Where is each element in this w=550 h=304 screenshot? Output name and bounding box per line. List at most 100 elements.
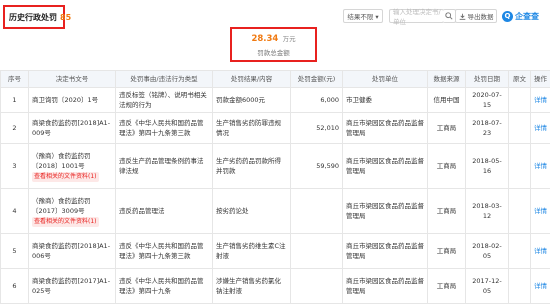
- cell-unit: 商丘市梁园区食品药品监督管理局: [343, 269, 428, 304]
- cell-source: 工商局: [428, 269, 466, 304]
- table-row: 5 商梁食药监药罚[2018]A1-006号 违反《中华人民共和国药品管理法》第…: [1, 234, 550, 269]
- export-button[interactable]: 导出数据: [455, 9, 497, 23]
- fine-total-amount: 28.34: [251, 34, 278, 44]
- cell-doc: 商梁食药监药罚[2017]A1-025号: [29, 269, 116, 304]
- cell-result: 按劣药论处: [213, 189, 291, 234]
- details-link[interactable]: 详情: [531, 88, 550, 113]
- cell-original: [509, 189, 531, 234]
- cell-unit: 商丘市梁园区食品药品监督管理局: [343, 234, 428, 269]
- table-row: 2 商梁食药监药罚[2018]A1-009号 违反《中华人民共和国药品管理法》第…: [1, 113, 550, 144]
- cell-no: 2: [1, 113, 29, 144]
- cell-source: 工商局: [428, 234, 466, 269]
- cell-reason: 违反药品管理法: [116, 189, 213, 234]
- cell-result: 生产销售劣药维生素C注射液: [213, 234, 291, 269]
- cell-unit: 商丘市梁园区食品药品监督管理局: [343, 144, 428, 189]
- result-filter-dropdown[interactable]: 结果不限 ▾: [343, 9, 383, 23]
- cell-doc: （豫商）食药监药罚〔2018〕1001号 查看相关的文件资料(1): [29, 144, 116, 189]
- col-header: 处罚日期: [466, 71, 509, 88]
- cell-result: 生产销售劣药防罪违规情况: [213, 113, 291, 144]
- cell-amount: 59,590: [291, 144, 343, 189]
- cell-result: 罚款金额6000元: [213, 88, 291, 113]
- cell-reason: 违反《中华人民共和国药品管理法》第四十九条第三款: [116, 113, 213, 144]
- col-header: 决定书文号: [29, 71, 116, 88]
- logo-text: 企查查: [515, 11, 539, 22]
- cell-result: 生产劣药药品罚款所得并罚款: [213, 144, 291, 189]
- cell-original: [509, 113, 531, 144]
- fine-total-unit: 万元: [283, 35, 296, 43]
- table-header-row: 序号 决定书文号 处罚事由/违法行为类型 处罚结果/内容 处罚金额(元) 处罚单…: [1, 71, 550, 88]
- cell-original: [509, 269, 531, 304]
- doc-number: 商梁食药监药罚[2018]A1-006号: [32, 242, 110, 260]
- details-link[interactable]: 详情: [531, 234, 550, 269]
- cell-date: 2018-07-23: [466, 113, 509, 144]
- section-title: 历史行政处罚: [9, 12, 57, 23]
- doc-number: （豫商）食药监药罚〔2018〕1001号: [32, 151, 112, 171]
- details-link[interactable]: 详情: [531, 144, 550, 189]
- col-header: 处罚金额(元): [291, 71, 343, 88]
- doc-number: （豫商）食药监药罚〔2017〕3009号: [32, 196, 112, 216]
- cell-reason: 违反《中华人民共和国药品管理法》第四十九条: [116, 269, 213, 304]
- search-icon: [445, 12, 453, 20]
- cell-doc: 商卫询罚〔2020〕1号: [29, 88, 116, 113]
- col-header: 处罚单位: [343, 71, 428, 88]
- cell-date: 2020-07-15: [466, 88, 509, 113]
- doc-number: 商卫询罚〔2020〕1号: [32, 96, 98, 104]
- penalty-table: 序号 决定书文号 处罚事由/违法行为类型 处罚结果/内容 处罚金额(元) 处罚单…: [0, 70, 550, 304]
- cell-source: 工商局: [428, 113, 466, 144]
- doc-number: 商梁食药监药罚[2018]A1-009号: [32, 119, 110, 137]
- table-row: 1 商卫询罚〔2020〕1号 违反标签（铭牌）、说明书相关法规的行为 罚款金额6…: [1, 88, 550, 113]
- related-docs-tag[interactable]: 查看相关的文件资料(1): [32, 217, 99, 227]
- cell-doc: 商梁食药监药罚[2018]A1-009号: [29, 113, 116, 144]
- cell-no: 6: [1, 269, 29, 304]
- cell-amount: [291, 234, 343, 269]
- cell-original: [509, 234, 531, 269]
- section-title-box: 历史行政处罚 85: [3, 5, 65, 29]
- cell-original: [509, 88, 531, 113]
- cell-source: 工商局: [428, 189, 466, 234]
- col-header: 序号: [1, 71, 29, 88]
- col-header: 原文: [509, 71, 531, 88]
- cell-amount: [291, 269, 343, 304]
- fine-total-label: 罚款总金额: [257, 47, 290, 57]
- cell-original: [509, 144, 531, 189]
- cell-no: 5: [1, 234, 29, 269]
- cell-date: 2018-05-16: [466, 144, 509, 189]
- cell-amount: 52,010: [291, 113, 343, 144]
- cell-date: 2018-02-05: [466, 234, 509, 269]
- cell-date: 2017-12-05: [466, 269, 509, 304]
- details-link[interactable]: 详情: [531, 269, 550, 304]
- table-row: 6 商梁食药监药罚[2017]A1-025号 违反《中华人民共和国药品管理法》第…: [1, 269, 550, 304]
- col-header: 数据来源: [428, 71, 466, 88]
- table-row: 4 （豫商）食药监药罚〔2017〕3009号 查看相关的文件资料(1) 违反药品…: [1, 189, 550, 234]
- cell-doc: （豫商）食药监药罚〔2017〕3009号 查看相关的文件资料(1): [29, 189, 116, 234]
- qichacha-logo: Q 企查查: [502, 8, 539, 24]
- details-link[interactable]: 详情: [531, 189, 550, 234]
- cell-reason: 违反标签（铭牌）、说明书相关法规的行为: [116, 88, 213, 113]
- cell-no: 1: [1, 88, 29, 113]
- record-count: 85: [60, 13, 71, 22]
- download-icon: [459, 13, 466, 20]
- cell-source: 信用中国: [428, 88, 466, 113]
- cell-reason: 违反生产药品管理条例药事法律法规: [116, 144, 213, 189]
- details-link[interactable]: 详情: [531, 113, 550, 144]
- cell-no: 3: [1, 144, 29, 189]
- cell-doc: 商梁食药监药罚[2018]A1-006号: [29, 234, 116, 269]
- export-label: 导出数据: [468, 11, 494, 21]
- cell-amount: [291, 189, 343, 234]
- col-header: 处罚结果/内容: [213, 71, 291, 88]
- fine-total-summary: 28.34 万元 罚款总金额: [230, 27, 317, 62]
- logo-icon: Q: [502, 11, 513, 22]
- cell-no: 4: [1, 189, 29, 234]
- table-row: 3 （豫商）食药监药罚〔2018〕1001号 查看相关的文件资料(1) 违反生产…: [1, 144, 550, 189]
- search-input[interactable]: 输入处理决定书/单位: [389, 9, 444, 23]
- cell-result: 涉嫌生产销售劣药氯化钠注射液: [213, 269, 291, 304]
- related-docs-tag[interactable]: 查看相关的文件资料(1): [32, 172, 99, 182]
- cell-source: 工商局: [428, 144, 466, 189]
- cell-amount: 6,000: [291, 88, 343, 113]
- doc-number: 商梁食药监药罚[2017]A1-025号: [32, 277, 110, 295]
- col-header: 操作: [531, 71, 550, 88]
- cell-unit: 市卫健委: [343, 88, 428, 113]
- cell-date: 2018-03-12: [466, 189, 509, 234]
- cell-unit: 商丘市梁园区食品药品监督管理局: [343, 113, 428, 144]
- col-header: 处罚事由/违法行为类型: [116, 71, 213, 88]
